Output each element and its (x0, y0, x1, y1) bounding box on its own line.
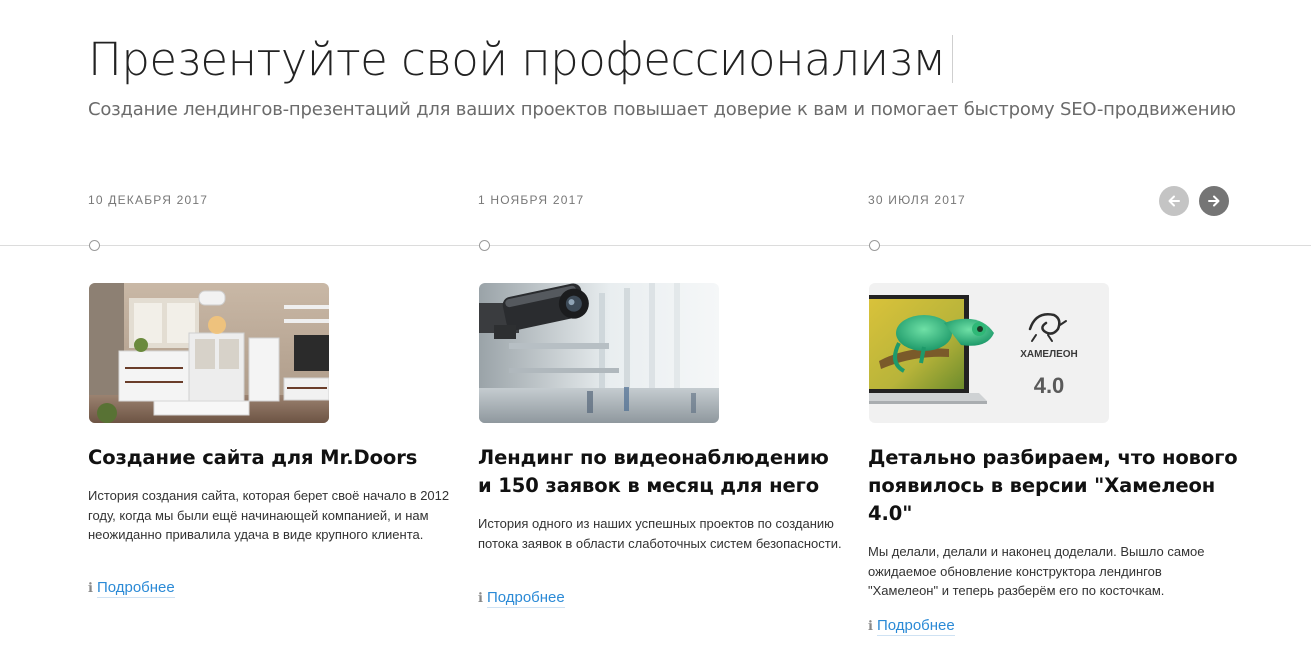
more-link[interactable]: Подробнее (486, 589, 565, 608)
timeline-line (0, 245, 1311, 246)
version-text: 4.0 (1034, 373, 1065, 398)
arrow-left-icon (1168, 195, 1180, 207)
card-date: 1 ноября 2017 (478, 193, 585, 207)
info-icon: ℹ (88, 580, 93, 595)
card-description: История одного из наших успешных проекто… (478, 516, 842, 551)
info-icon: ℹ (868, 618, 873, 633)
more-link-row: ℹ Подробнее (868, 616, 955, 636)
page-title: Презентуйте свой профессионализм (88, 30, 953, 90)
page-title-text: Презентуйте свой профессионализм (88, 33, 946, 86)
more-link[interactable]: Подробнее (876, 617, 955, 636)
card-description: История создания сайта, которая берет св… (88, 488, 450, 542)
more-link-row: ℹ Подробнее (478, 588, 565, 608)
security-camera-photo[interactable] (479, 283, 719, 423)
prev-button[interactable] (1159, 186, 1189, 216)
page-subtitle: Создание лендингов-презентаций для ваших… (88, 99, 1236, 120)
timeline-dot[interactable] (869, 240, 880, 251)
card-title[interactable]: Лендинг по видеонаблюдению и 150 заявок … (478, 444, 848, 500)
text-cursor (951, 35, 953, 83)
timeline-dot[interactable] (89, 240, 100, 251)
chameleon-laptop-image[interactable]: ХАМЕЛЕОН 4.0 (869, 283, 1109, 423)
more-link-row: ℹ Подробнее (88, 578, 175, 598)
card-title[interactable]: Создание сайта для Mr.Doors (88, 444, 458, 472)
card-description: Мы делали, делали и наконец доделали. Вы… (868, 544, 1205, 598)
furniture-interior-photo[interactable] (89, 283, 329, 423)
brand-text: ХАМЕЛЕОН (1020, 349, 1078, 360)
page: Презентуйте свой профессионализм Создани… (0, 0, 1311, 671)
card-date: 10 декабря 2017 (88, 193, 209, 207)
more-link[interactable]: Подробнее (96, 579, 175, 598)
arrow-right-icon (1208, 195, 1220, 207)
timeline-dot[interactable] (479, 240, 490, 251)
info-icon: ℹ (478, 590, 483, 605)
card-date: 30 июля 2017 (868, 193, 966, 207)
next-button[interactable] (1199, 186, 1229, 216)
card-title[interactable]: Детально разбираем, что нового появилось… (868, 444, 1238, 528)
